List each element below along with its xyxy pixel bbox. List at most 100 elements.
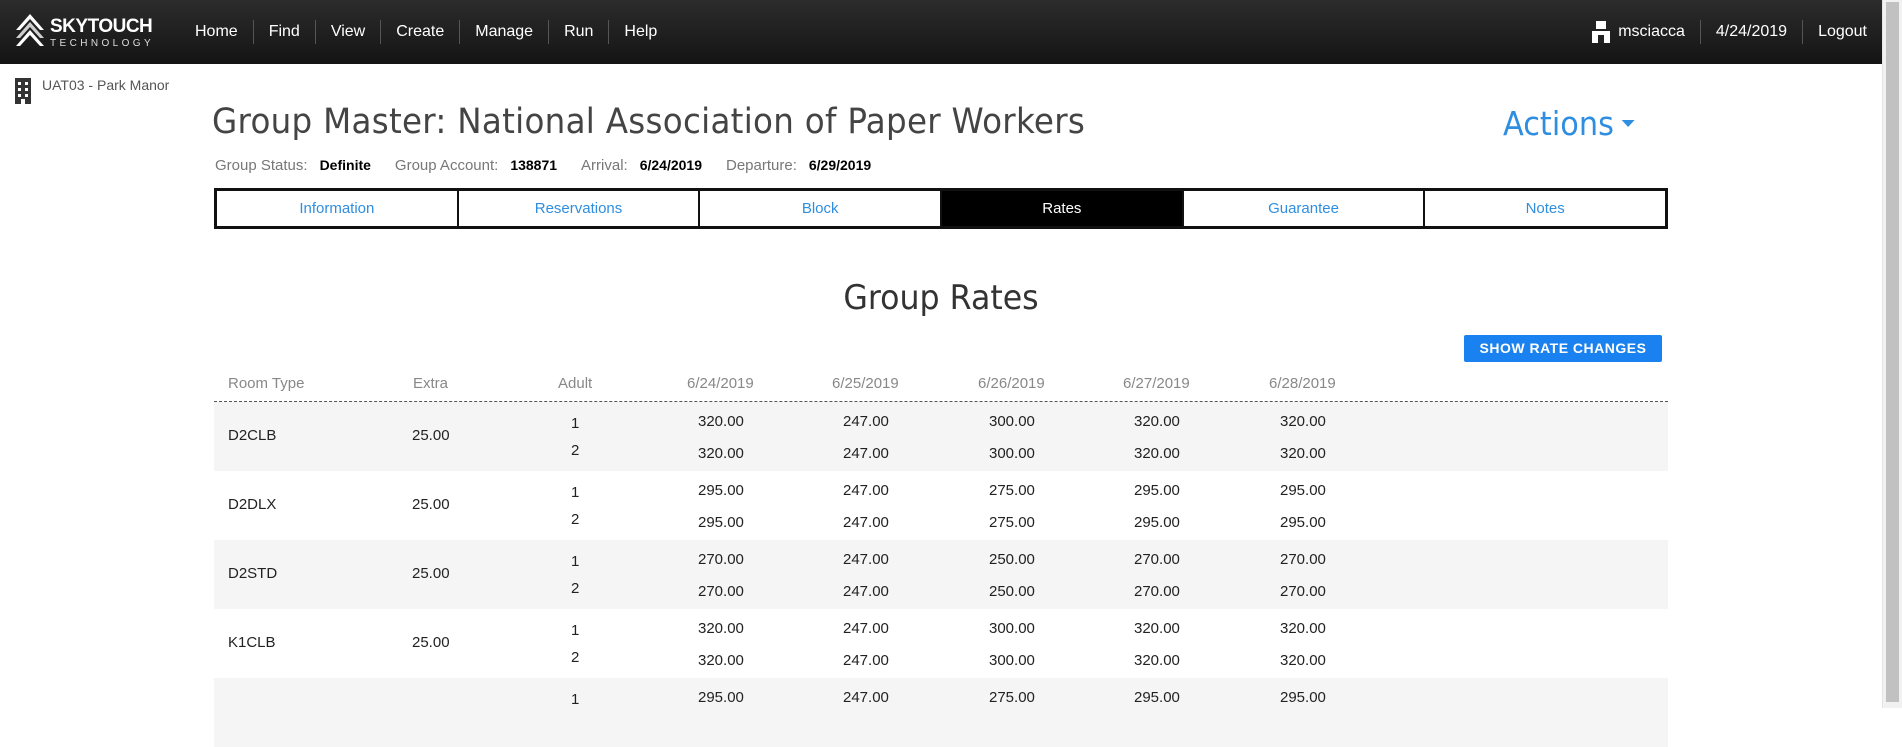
adult-cell: 1 [571, 415, 580, 432]
top-navigation-bar: SKYTOUCH TECHNOLOGY Home Find View Creat… [0, 0, 1882, 64]
adult-cell: 1 [571, 691, 580, 708]
logo-tagline: TECHNOLOGY [50, 38, 155, 49]
main-nav: Home Find View Create Manage Run Help [180, 20, 672, 44]
rate-cell: 320.00 [698, 445, 744, 462]
rate-cell: 250.00 [989, 551, 1035, 568]
room-type-cell: D2CLB [228, 427, 277, 444]
rate-cell: 320.00 [1280, 620, 1326, 637]
departure-value: 6/29/2019 [808, 157, 872, 173]
extra-cell: 25.00 [412, 427, 450, 444]
rate-cell: 270.00 [1134, 551, 1180, 568]
rate-cell: 320.00 [698, 620, 744, 637]
arrival-label: Arrival: [581, 157, 628, 174]
rate-cell: 247.00 [843, 514, 889, 531]
column-header: Adult [558, 375, 593, 392]
room-type-cell: D2DLX [228, 496, 277, 513]
skytouch-logo[interactable]: SKYTOUCH TECHNOLOGY [14, 10, 164, 54]
rate-cell: 270.00 [698, 583, 744, 600]
rates-table-header: Room Type Extra Adult 6/24/2019 6/25/201… [214, 370, 1668, 402]
column-header: 6/27/2019 [1123, 375, 1190, 392]
user-icon [1592, 21, 1611, 43]
page-title: Group Master: National Association of Pa… [212, 102, 1086, 142]
rate-cell: 247.00 [843, 551, 889, 568]
adult-cell: 2 [571, 580, 580, 597]
nav-run[interactable]: Run [549, 20, 610, 44]
rate-cell: 320.00 [698, 413, 744, 430]
rate-cell: 295.00 [698, 689, 744, 706]
adult-cell: 1 [571, 553, 580, 570]
nav-find[interactable]: Find [254, 20, 316, 44]
adult-cell: 2 [571, 442, 580, 459]
rate-cell: 247.00 [843, 652, 889, 669]
adult-cell: 1 [571, 484, 580, 501]
departure-label: Departure: [726, 157, 797, 174]
rate-cell: 295.00 [1280, 689, 1326, 706]
rate-cell: 247.00 [843, 583, 889, 600]
tab-information[interactable]: Information [217, 191, 459, 226]
nav-home[interactable]: Home [180, 20, 254, 44]
logo-name: SKYTOUCH [50, 16, 153, 37]
rate-cell: 247.00 [843, 413, 889, 430]
rate-cell: 295.00 [1134, 514, 1180, 531]
nav-help[interactable]: Help [609, 20, 672, 44]
rate-cell: 247.00 [843, 689, 889, 706]
rate-cell: 295.00 [698, 514, 744, 531]
actions-dropdown[interactable]: Actions [1503, 104, 1635, 143]
rate-cell: 275.00 [989, 689, 1035, 706]
table-row: D2DLX 25.00 1 2 295.00 247.00 275.00 295… [214, 471, 1668, 540]
tab-notes[interactable]: Notes [1425, 191, 1665, 226]
tab-rates[interactable]: Rates [942, 191, 1184, 226]
user-nav: msciacca 4/24/2019 Logout [1577, 20, 1882, 44]
tab-reservations[interactable]: Reservations [459, 191, 701, 226]
rate-cell: 320.00 [1134, 652, 1180, 669]
rate-cell: 320.00 [1280, 413, 1326, 430]
group-status-label: Group Status: [215, 157, 308, 174]
room-type-cell: D2STD [228, 565, 278, 582]
building-icon [15, 78, 31, 104]
table-row: 1 295.00 247.00 275.00 295.00 295.00 [214, 678, 1668, 747]
rate-cell: 300.00 [989, 445, 1035, 462]
rate-cell: 247.00 [843, 445, 889, 462]
vertical-scrollbar[interactable] [1882, 0, 1902, 708]
column-header: 6/26/2019 [978, 375, 1045, 392]
tab-block[interactable]: Block [700, 191, 943, 226]
column-header: 6/28/2019 [1269, 375, 1336, 392]
adult-cell: 2 [571, 511, 580, 528]
user-menu[interactable]: msciacca [1577, 20, 1700, 44]
section-title: Group Rates [843, 278, 1039, 318]
rate-cell: 295.00 [1134, 482, 1180, 499]
rate-cell: 295.00 [1280, 482, 1326, 499]
rate-cell: 250.00 [989, 583, 1035, 600]
rate-cell: 270.00 [1280, 583, 1326, 600]
room-type-cell: K1CLB [228, 634, 276, 651]
rate-cell: 320.00 [698, 652, 744, 669]
nav-manage[interactable]: Manage [460, 20, 550, 44]
column-header: Extra [413, 375, 449, 392]
extra-cell: 25.00 [412, 496, 450, 513]
rate-cell: 270.00 [698, 551, 744, 568]
nav-create[interactable]: Create [381, 20, 461, 44]
scrollbar-thumb[interactable] [1886, 2, 1899, 702]
rate-cell: 275.00 [989, 482, 1035, 499]
rate-cell: 295.00 [1280, 514, 1326, 531]
adult-cell: 2 [571, 649, 580, 666]
rate-cell: 247.00 [843, 482, 889, 499]
group-status-row: Group Status: Definite Group Account: 13… [215, 157, 895, 174]
group-account-label: Group Account: [394, 157, 499, 174]
actions-label: Actions [1503, 104, 1614, 143]
logout-link[interactable]: Logout [1802, 20, 1882, 44]
table-row: D2CLB 25.00 1 2 320.00 247.00 300.00 320… [214, 402, 1668, 471]
rate-cell: 300.00 [989, 652, 1035, 669]
extra-cell: 25.00 [412, 565, 450, 582]
property-name: UAT03 - Park Manor [42, 77, 170, 93]
rate-cell: 320.00 [1134, 445, 1180, 462]
rate-cell: 270.00 [1134, 583, 1180, 600]
table-row: D2STD 25.00 1 2 270.00 247.00 250.00 270… [214, 540, 1668, 609]
rate-cell: 320.00 [1134, 413, 1180, 430]
show-rate-changes-button[interactable]: SHOW RATE CHANGES [1464, 335, 1662, 362]
skytouch-logo-icon [16, 14, 44, 46]
extra-cell: 25.00 [412, 634, 450, 651]
nav-view[interactable]: View [316, 20, 382, 44]
rate-cell: 270.00 [1280, 551, 1326, 568]
tab-guarantee[interactable]: Guarantee [1184, 191, 1426, 226]
